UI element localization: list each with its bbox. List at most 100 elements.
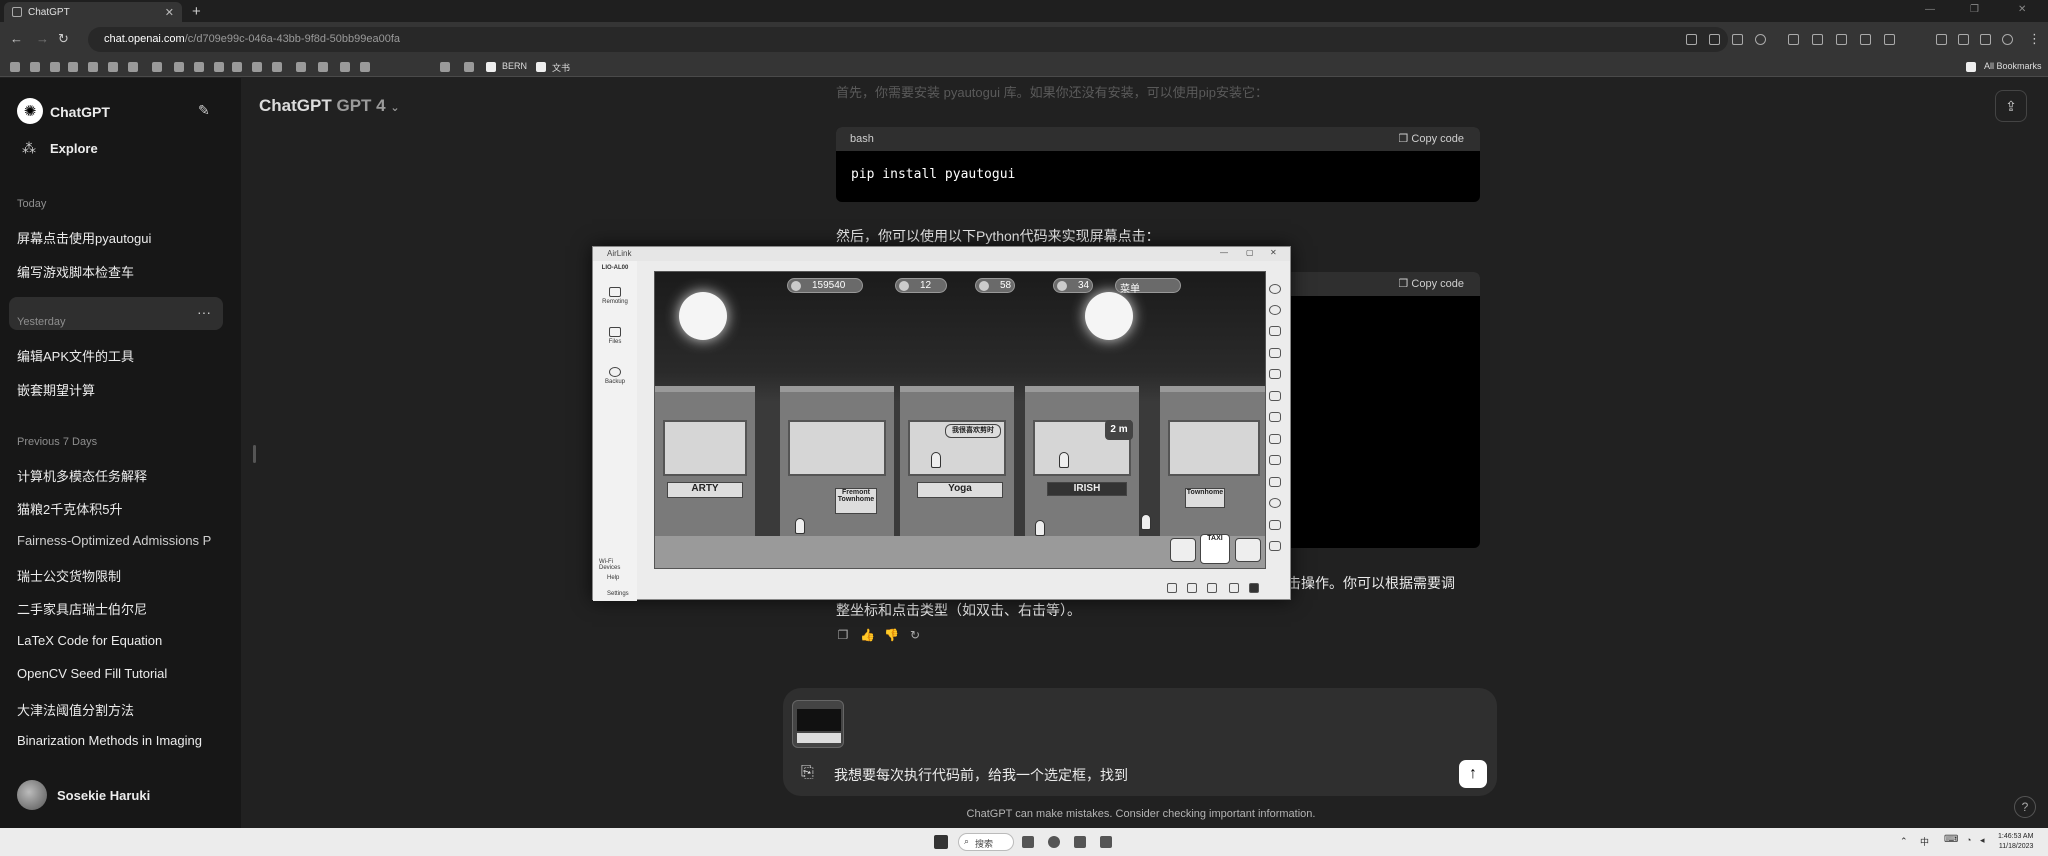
chat-item[interactable]: 计算机多模态任务解释 (17, 466, 217, 485)
timer-badge[interactable]: 2 m (1105, 420, 1133, 440)
menu-kebab-icon[interactable]: ⋮ (2028, 31, 2041, 47)
app-icon[interactable] (1100, 836, 1112, 848)
share-button[interactable]: ⇪ (1995, 90, 2027, 122)
bookmark-folder-icon[interactable] (486, 62, 496, 72)
bookmark-icon[interactable] (440, 62, 450, 72)
new-chat-icon[interactable]: ✎ (198, 102, 210, 119)
bookmark-icon[interactable] (88, 62, 98, 72)
chat-item[interactable]: 屏幕点击使用pyautogui (17, 228, 217, 247)
extension-3-icon[interactable] (1836, 34, 1847, 45)
bookmark-icon[interactable] (152, 62, 162, 72)
chat-item[interactable]: 编辑APK文件的工具 (17, 346, 217, 365)
bookmark-icon[interactable] (296, 62, 306, 72)
close-icon[interactable]: ✕ (1270, 248, 1277, 257)
forward-icon[interactable]: → (36, 31, 49, 46)
send-button[interactable]: ↑ (1459, 760, 1487, 788)
bulb-off-icon[interactable] (1269, 348, 1281, 358)
toolbar-icon[interactable] (1207, 583, 1217, 593)
coins-counter[interactable]: 159540 (787, 278, 863, 293)
nav-backup[interactable]: Backup (597, 367, 633, 385)
chat-item[interactable]: 编写游戏脚本检查车 (17, 262, 217, 281)
menu-lines-icon[interactable] (1269, 541, 1281, 551)
glasses-icon[interactable] (1235, 538, 1261, 562)
help-button[interactable]: ? (2014, 796, 2036, 818)
taskbar-search[interactable]: ⌕ 搜索 (958, 833, 1014, 851)
toolbar-icon[interactable] (1167, 583, 1177, 593)
bookmark-icon[interactable] (10, 62, 20, 72)
crop-icon[interactable] (1269, 434, 1281, 444)
bookmark-icon[interactable] (214, 62, 224, 72)
all-bookmarks-folder-icon[interactable] (1966, 62, 1976, 72)
maximize-icon[interactable]: ❐ (1970, 4, 1979, 15)
record-icon[interactable] (1269, 455, 1281, 465)
toolbar-icon[interactable] (1249, 583, 1259, 593)
wifi-icon[interactable]: ◔ (1966, 835, 1971, 845)
share-page-icon[interactable] (1732, 34, 1743, 45)
help-link[interactable]: Help (607, 575, 643, 581)
regenerate-icon[interactable]: ↻ (908, 628, 922, 642)
bookmark-icon[interactable] (174, 62, 184, 72)
menu-button[interactable]: 菜单 (1115, 278, 1181, 295)
volume-up-icon[interactable] (1269, 369, 1281, 379)
character[interactable] (1141, 514, 1151, 530)
volume-icon[interactable]: ◂ (1980, 835, 1985, 846)
bookmark-folder-icon[interactable] (536, 62, 546, 72)
settings-link[interactable]: Settings (607, 591, 643, 597)
keyboard-icon[interactable]: ⌨ (1944, 834, 1958, 845)
side-panel-icon[interactable] (1980, 34, 1991, 45)
chatgpt-logo-icon[interactable]: ✺ (17, 98, 43, 124)
browser-tab[interactable]: ChatGPT ✕ (4, 2, 182, 22)
wifi-devices[interactable]: Wi-Fi Devices (599, 559, 635, 571)
chat-item[interactable]: 二手家具店瑞士伯尔尼 (17, 599, 217, 618)
chat-item[interactable]: LaTeX Code for Equation (17, 633, 217, 648)
copy-icon[interactable]: ❐ (836, 628, 850, 642)
model-selector[interactable]: ChatGPT GPT 4 ⌄ (259, 96, 400, 116)
minimize-icon[interactable]: — (1925, 4, 1935, 15)
chat-item[interactable]: Binarization Methods in Imaging (17, 733, 217, 748)
user-menu[interactable]: Sosekie Haruki (17, 780, 150, 810)
file-explorer-icon[interactable] (1074, 836, 1086, 848)
game-screen[interactable]: 159540 12 58 34 菜单 我很喜欢剪时 2 m ARTY Fremo… (654, 271, 1266, 569)
book-icon[interactable] (1170, 538, 1196, 562)
thumbs-down-icon[interactable]: 👎 (884, 628, 899, 642)
bulb-icon[interactable] (1269, 326, 1281, 336)
bookmark-icon[interactable] (272, 62, 282, 72)
chevron-up-icon[interactable]: ⌃ (1900, 836, 1908, 847)
bookmark-bern[interactable]: BERN (502, 61, 527, 71)
character[interactable] (1035, 520, 1045, 536)
reload-icon[interactable]: ↻ (58, 31, 69, 47)
character[interactable] (931, 452, 941, 468)
toolbar-icon[interactable] (1229, 583, 1239, 593)
all-bookmarks[interactable]: All Bookmarks (1984, 61, 2042, 71)
mute-icon[interactable] (1269, 412, 1281, 422)
back-icon[interactable] (1269, 498, 1281, 508)
more-vert-icon[interactable]: ⋮ (1269, 583, 1279, 593)
extension-2-icon[interactable] (1812, 34, 1823, 45)
zoom-icon[interactable] (1709, 34, 1720, 45)
copy-code-button[interactable]: ❐ Copy code (1398, 132, 1464, 145)
power-icon[interactable] (1269, 284, 1281, 294)
task-view-icon[interactable] (1022, 836, 1034, 848)
translate-icon[interactable] (1686, 34, 1697, 45)
toolbar-icon[interactable] (1187, 583, 1197, 593)
taxi-button[interactable]: TAXI (1200, 534, 1230, 564)
bookmark-icon[interactable] (252, 62, 262, 72)
extension-4-icon[interactable] (1860, 34, 1871, 45)
bookmark-wenshu[interactable]: 文书 (552, 61, 570, 74)
chat-item[interactable]: Fairness-Optimized Admissions P (17, 533, 217, 548)
windows-start-icon[interactable] (934, 835, 948, 849)
chrome-icon[interactable] (1048, 836, 1060, 848)
chat-item[interactable]: OpenCV Seed Fill Tutorial (17, 666, 217, 681)
home-icon[interactable] (1269, 520, 1281, 530)
bookmark-icon[interactable] (128, 62, 138, 72)
new-tab-button[interactable]: + (192, 3, 201, 20)
extensions-puzzle-icon[interactable] (1936, 34, 1947, 45)
nav-files[interactable]: Files (597, 327, 633, 345)
close-window-icon[interactable]: ✕ (2018, 4, 2026, 15)
chat-item[interactable]: 猫粮2千克体积5升 (17, 499, 217, 518)
screenshot-icon[interactable] (1269, 477, 1281, 487)
bookmark-icon[interactable] (464, 62, 474, 72)
explore-grid-icon[interactable]: ⁂ (22, 140, 36, 157)
close-tab-icon[interactable]: ✕ (165, 6, 174, 19)
message-input[interactable]: 我想要每次执行代码前，给我一个选定框，找到 (834, 765, 1128, 785)
